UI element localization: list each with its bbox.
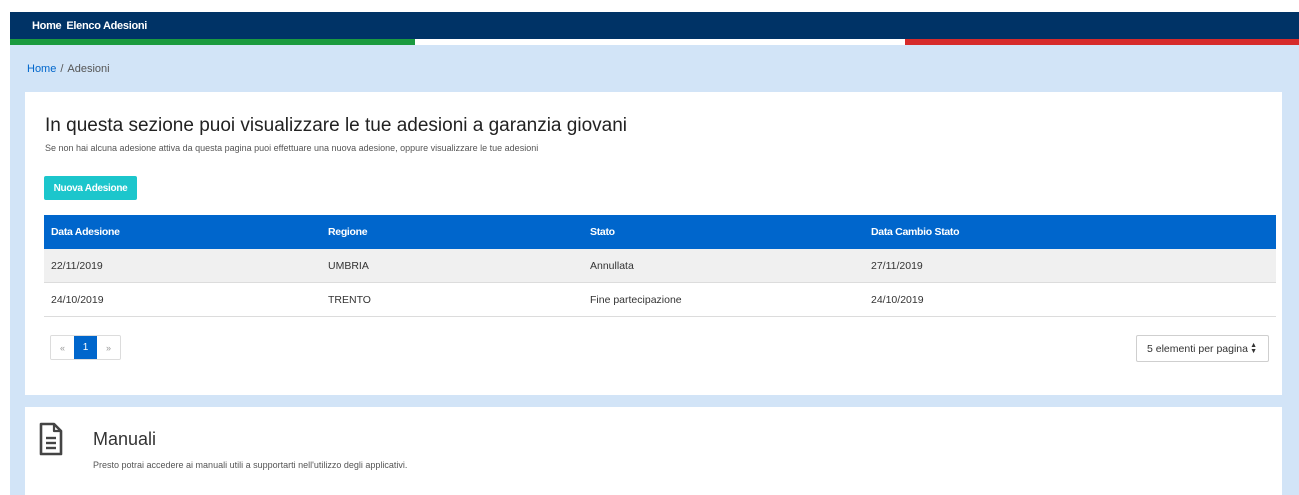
cell-stato: Annullata bbox=[590, 259, 634, 272]
select-arrows-icon: ▲ ▼ bbox=[1250, 342, 1257, 355]
header-data-cambio-stato: Data Cambio Stato bbox=[871, 226, 960, 238]
pagination-next-button[interactable]: » bbox=[97, 336, 120, 359]
header-regione: Regione bbox=[328, 226, 368, 238]
pagination: « 1 » bbox=[50, 335, 121, 360]
cell-regione: TRENTO bbox=[328, 293, 371, 306]
page-size-select[interactable]: 5 elementi per pagina ▲ ▼ bbox=[1136, 335, 1269, 362]
page-title: In questa sezione puoi visualizzare le t… bbox=[45, 115, 627, 136]
page-subtitle: Se non hai alcuna adesione attiva da que… bbox=[45, 143, 539, 153]
cell-data-adesione: 22/11/2019 bbox=[51, 259, 103, 272]
new-adesione-button[interactable]: Nuova Adesione bbox=[44, 176, 137, 200]
cell-data-adesione: 24/10/2019 bbox=[51, 293, 104, 306]
nav-home-link[interactable]: Home bbox=[32, 20, 62, 32]
cell-stato: Fine partecipazione bbox=[590, 293, 682, 306]
breadcrumb-separator: / bbox=[60, 63, 64, 75]
document-icon bbox=[38, 422, 64, 461]
table-row: 22/11/2019 UMBRIA Annullata 27/11/2019 bbox=[44, 249, 1276, 283]
cell-regione: UMBRIA bbox=[328, 259, 369, 272]
manuali-description: Presto potrai accedere ai manuali utili … bbox=[93, 460, 408, 470]
header-stato: Stato bbox=[590, 226, 615, 238]
breadcrumb: Home / Adesioni bbox=[27, 63, 110, 75]
pagination-page-1[interactable]: 1 bbox=[74, 336, 97, 359]
table-row: 24/10/2019 TRENTO Fine partecipazione 24… bbox=[44, 283, 1276, 317]
adesioni-table: Data Adesione Regione Stato Data Cambio … bbox=[44, 215, 1276, 317]
breadcrumb-home-link[interactable]: Home bbox=[27, 63, 56, 75]
manuali-card bbox=[25, 407, 1282, 495]
manuali-title: Manuali bbox=[93, 429, 157, 449]
top-navbar: Home Elenco Adesioni bbox=[10, 12, 1299, 39]
cell-data-cambio-stato: 24/10/2019 bbox=[871, 293, 924, 306]
nav-elenco-adesioni-link[interactable]: Elenco Adesioni bbox=[66, 20, 147, 32]
header-data-adesione: Data Adesione bbox=[51, 226, 120, 238]
breadcrumb-current: Adesioni bbox=[67, 63, 110, 75]
page-size-value: 5 elementi per pagina bbox=[1147, 342, 1248, 355]
cell-data-cambio-stato: 27/11/2019 bbox=[871, 259, 923, 272]
pagination-prev-button[interactable]: « bbox=[51, 336, 74, 359]
table-header: Data Adesione Regione Stato Data Cambio … bbox=[44, 215, 1276, 249]
